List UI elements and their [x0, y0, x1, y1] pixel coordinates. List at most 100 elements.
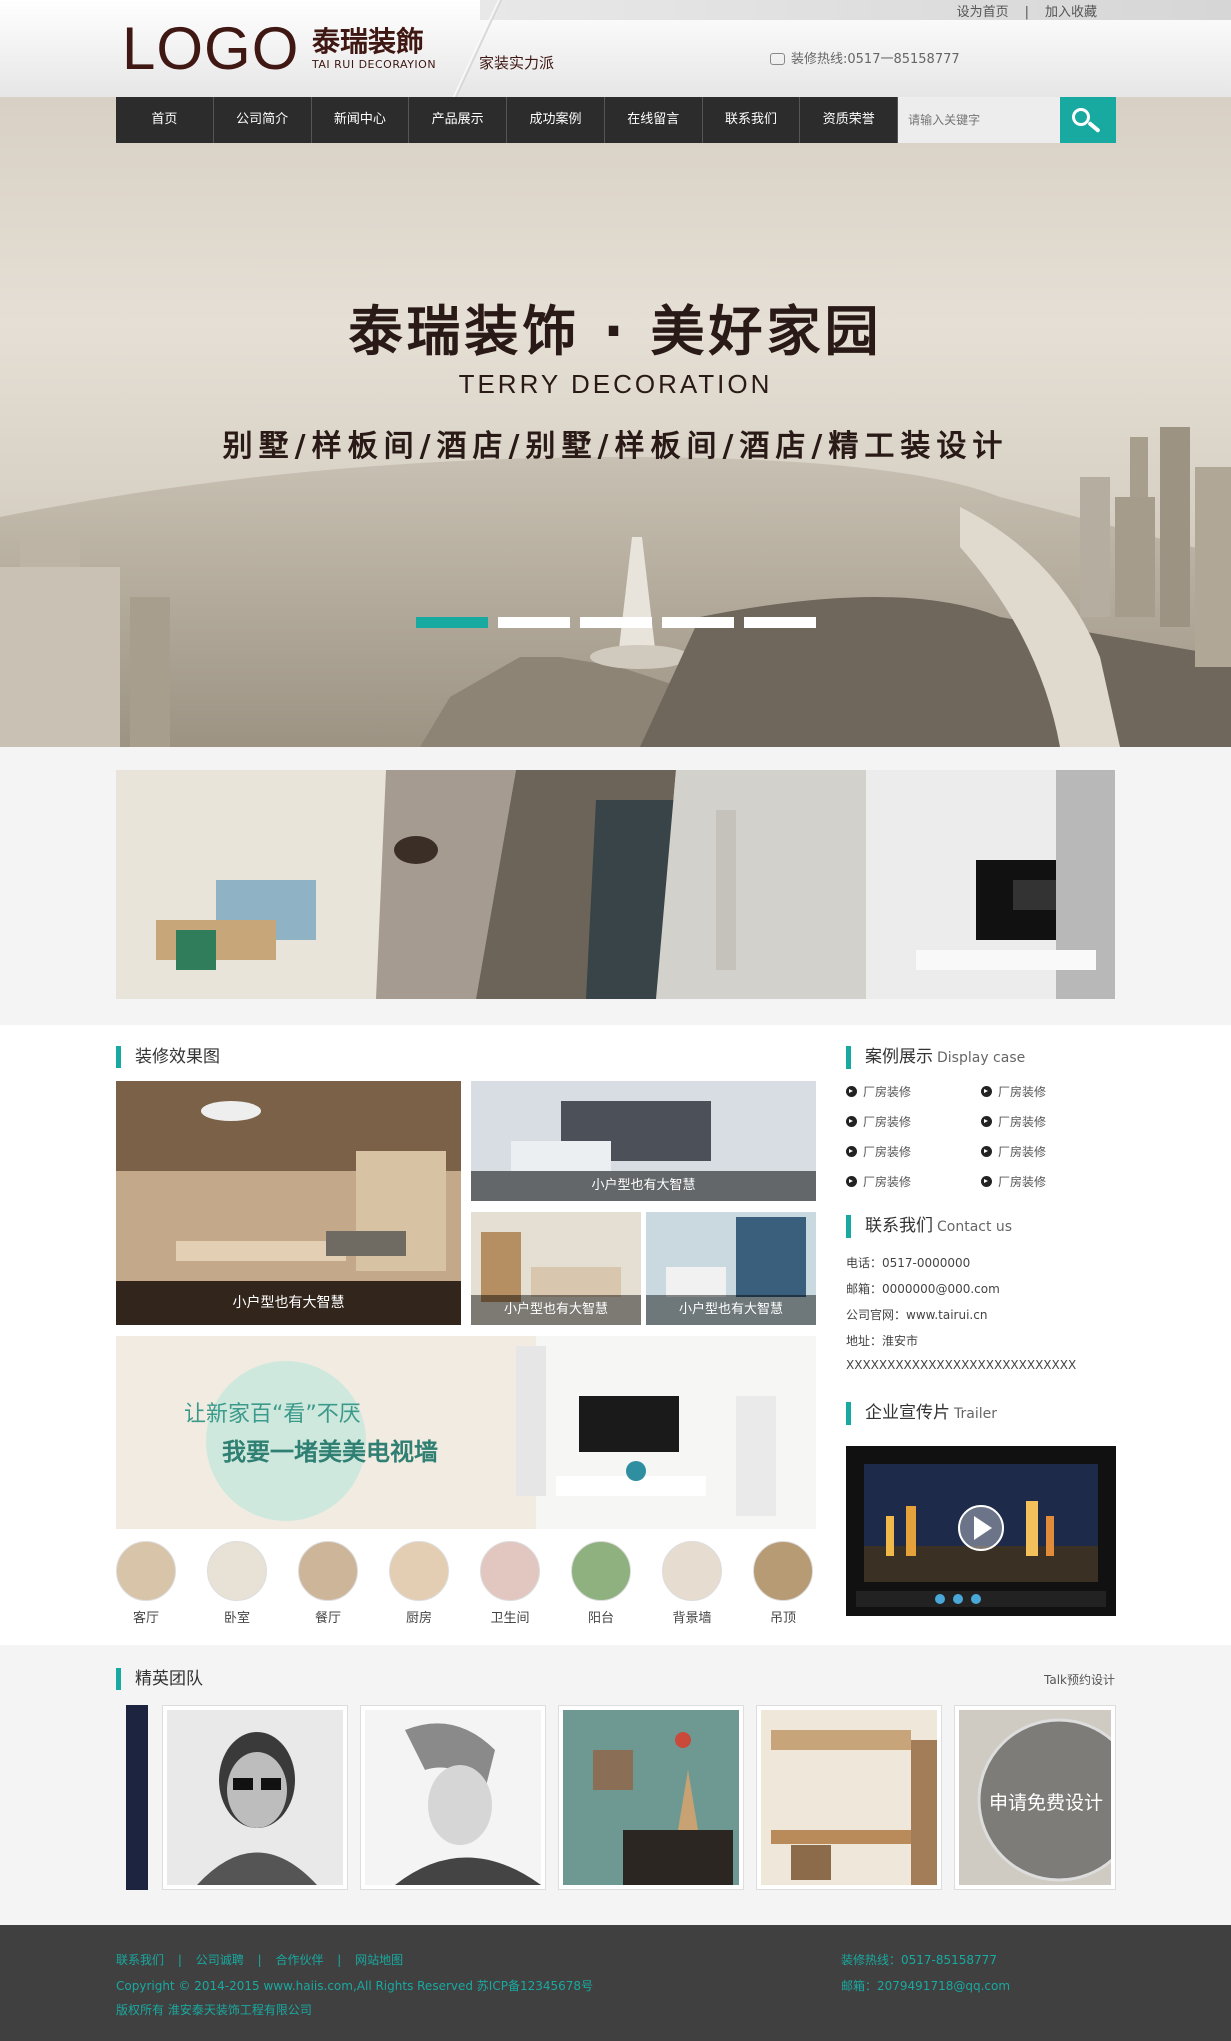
separator: | [1024, 5, 1029, 20]
contact-title: 联系我们 Contact us [846, 1215, 1012, 1238]
header: LOGO 泰瑞装飾 TAI RUI DECORAYION 家装实力派 设为首页 |… [0, 0, 1231, 97]
hotline-text: 装修热线:0517一85158777 [791, 52, 960, 67]
case-item[interactable]: 厂房装修 [846, 1143, 911, 1160]
separator: | [257, 1953, 262, 1967]
logo[interactable]: LOGO [122, 14, 299, 84]
separator: | [177, 1953, 182, 1967]
top-links: 设为首页 | 加入收藏 [949, 1, 1105, 20]
bullet-icon [846, 1116, 857, 1127]
nav-cases[interactable]: 成功案例 [507, 97, 605, 143]
team-card-1[interactable] [162, 1705, 348, 1890]
team-card-partial [126, 1705, 148, 1890]
contact-website[interactable]: 公司官网：www.tairui.cn [846, 1306, 987, 1323]
video-player[interactable] [846, 1446, 1116, 1616]
team-card-5[interactable]: 申请免费设计 [954, 1705, 1116, 1890]
photo-caption: 小户型也有大智慧 [471, 1295, 641, 1325]
bullet-icon [981, 1146, 992, 1157]
contact-phone: 电话：0517-0000000 [846, 1256, 971, 1270]
photo-caption: 小户型也有大智慧 [471, 1171, 816, 1201]
footer-link-partners[interactable]: 合作伙伴 [275, 1953, 323, 1967]
apply-free-design-button[interactable]: 申请免费设计 [989, 1788, 1103, 1815]
logo-cn: 泰瑞装飾 [312, 25, 425, 58]
main-nav: 首页 公司简介 新闻中心 产品展示 成功案例 在线留言 联系我们 资质荣誉 [116, 97, 1116, 143]
chat-icon [770, 53, 785, 65]
effect-photo-2[interactable]: 小户型也有大智慧 [471, 1081, 816, 1201]
nav-message[interactable]: 在线留言 [604, 97, 703, 143]
effect-photo-3[interactable]: 小户型也有大智慧 [471, 1212, 641, 1325]
search-button[interactable] [1060, 97, 1116, 143]
bullet-icon [846, 1146, 857, 1157]
trailer-title: 企业宣传片 Trailer [846, 1402, 997, 1425]
effects-title: 装修效果图 [116, 1046, 220, 1068]
footer-copyright: Copyright © 2014-2015 www.haiis.com,All … [116, 1979, 594, 1993]
slide-dot-4[interactable] [662, 617, 734, 628]
banner-tagline: 别墅/样板间/酒店/别墅/样板间/酒店/精工装设计 [222, 429, 1009, 464]
banner-title: 泰瑞装饰 · 美好家园 [348, 300, 883, 363]
bullet-icon [981, 1116, 992, 1127]
footer-link-jobs[interactable]: 公司诚聘 [196, 1953, 244, 1967]
interior-collage-image [116, 770, 1115, 999]
footer-owner: 版权所有 淮安泰天装饰工程有限公司 [116, 2003, 312, 2017]
case-item[interactable]: 厂房装修 [981, 1113, 1046, 1130]
room-kitchen[interactable]: 厨房 [388, 1541, 450, 1626]
team-card-2[interactable] [360, 1705, 546, 1890]
room-dining[interactable]: 餐厅 [297, 1541, 359, 1626]
slide-dot-1[interactable] [416, 617, 488, 628]
footer-link-sitemap[interactable]: 网站地图 [355, 1953, 403, 1967]
room-bedroom[interactable]: 卧室 [206, 1541, 268, 1626]
effect-photo-4[interactable]: 小户型也有大智慧 [646, 1212, 816, 1325]
nav-products[interactable]: 产品展示 [409, 97, 508, 143]
bullet-icon [846, 1176, 857, 1187]
contact-address-detail: XXXXXXXXXXXXXXXXXXXXXXXXXXXX [846, 1358, 1077, 1372]
nav-honors[interactable]: 资质荣誉 [800, 97, 899, 143]
slide-dot-5[interactable] [744, 617, 816, 628]
slide-dot-3[interactable] [580, 617, 652, 628]
top-stripe [480, 0, 1231, 20]
room-living[interactable]: 客厅 [115, 1541, 177, 1626]
slogan: 家装实力派 [479, 54, 555, 72]
footer-link-contact[interactable]: 联系我们 [116, 1953, 164, 1967]
photo-caption: 小户型也有大智慧 [116, 1281, 461, 1325]
hero-banner: 泰瑞装饰 · 美好家园 TERRY DECORATION 别墅/样板间/酒店/别… [0, 97, 1231, 747]
footer-email: 邮箱：2079491718@qq.com [841, 1979, 1011, 1993]
case-item[interactable]: 厂房装修 [981, 1143, 1046, 1160]
separator: | [337, 1953, 342, 1967]
tv-wall-promo[interactable]: 让新家百“看”不厌 我要一堵美美电视墙 [116, 1336, 816, 1529]
banner-subtitle: TERRY DECORATION [458, 369, 773, 399]
nav-home[interactable]: 首页 [116, 97, 214, 143]
team-card-4[interactable] [756, 1705, 942, 1890]
case-item[interactable]: 厂房装修 [846, 1173, 911, 1190]
room-bathroom[interactable]: 卫生间 [479, 1541, 541, 1626]
case-item[interactable]: 厂房装修 [981, 1173, 1046, 1190]
set-homepage-link[interactable]: 设为首页 [957, 5, 1009, 20]
footer-hotline: 装修热线：0517-85158777 [841, 1953, 997, 1967]
photo-caption: 小户型也有大智慧 [646, 1295, 816, 1325]
effect-photo-1[interactable]: 小户型也有大智慧 [116, 1081, 461, 1325]
promo-line-2: 我要一堵美美电视墙 [222, 1438, 438, 1466]
footer-links: 联系我们 | 公司诚聘 | 合作伙伴 | 网站地图 [116, 1951, 403, 1968]
case-item[interactable]: 厂房装修 [981, 1083, 1046, 1100]
hotline: 装修热线:0517一85158777 [770, 48, 960, 67]
logo-en: TAI RUI DECORAYION [312, 58, 437, 71]
case-item[interactable]: 厂房装修 [846, 1113, 911, 1130]
nav-about[interactable]: 公司简介 [213, 97, 312, 143]
bullet-icon [981, 1086, 992, 1097]
contact-address: 地址：淮安市 [846, 1334, 919, 1348]
promo-line-1: 让新家百“看”不厌 [184, 1402, 361, 1427]
room-balcony[interactable]: 阳台 [570, 1541, 632, 1626]
header-divider [452, 0, 502, 97]
case-item[interactable]: 厂房装修 [846, 1083, 911, 1100]
team-card-3[interactable] [558, 1705, 744, 1890]
contact-email: 邮箱：0000000@000.com [846, 1282, 1000, 1296]
room-feature-wall[interactable]: 背景墙 [661, 1541, 723, 1626]
cases-title: 案例展示 Display case [846, 1046, 1025, 1069]
nav-news[interactable]: 新闻中心 [311, 97, 410, 143]
room-ceiling[interactable]: 吊顶 [752, 1541, 814, 1626]
search-input[interactable] [898, 97, 1061, 143]
bullet-icon [981, 1176, 992, 1187]
nav-contact[interactable]: 联系我们 [702, 97, 801, 143]
slide-dot-2[interactable] [498, 617, 570, 628]
talk-appointment-link[interactable]: Talk预约设计 [1044, 1671, 1115, 1688]
add-favorite-link[interactable]: 加入收藏 [1045, 5, 1097, 20]
bullet-icon [846, 1086, 857, 1097]
